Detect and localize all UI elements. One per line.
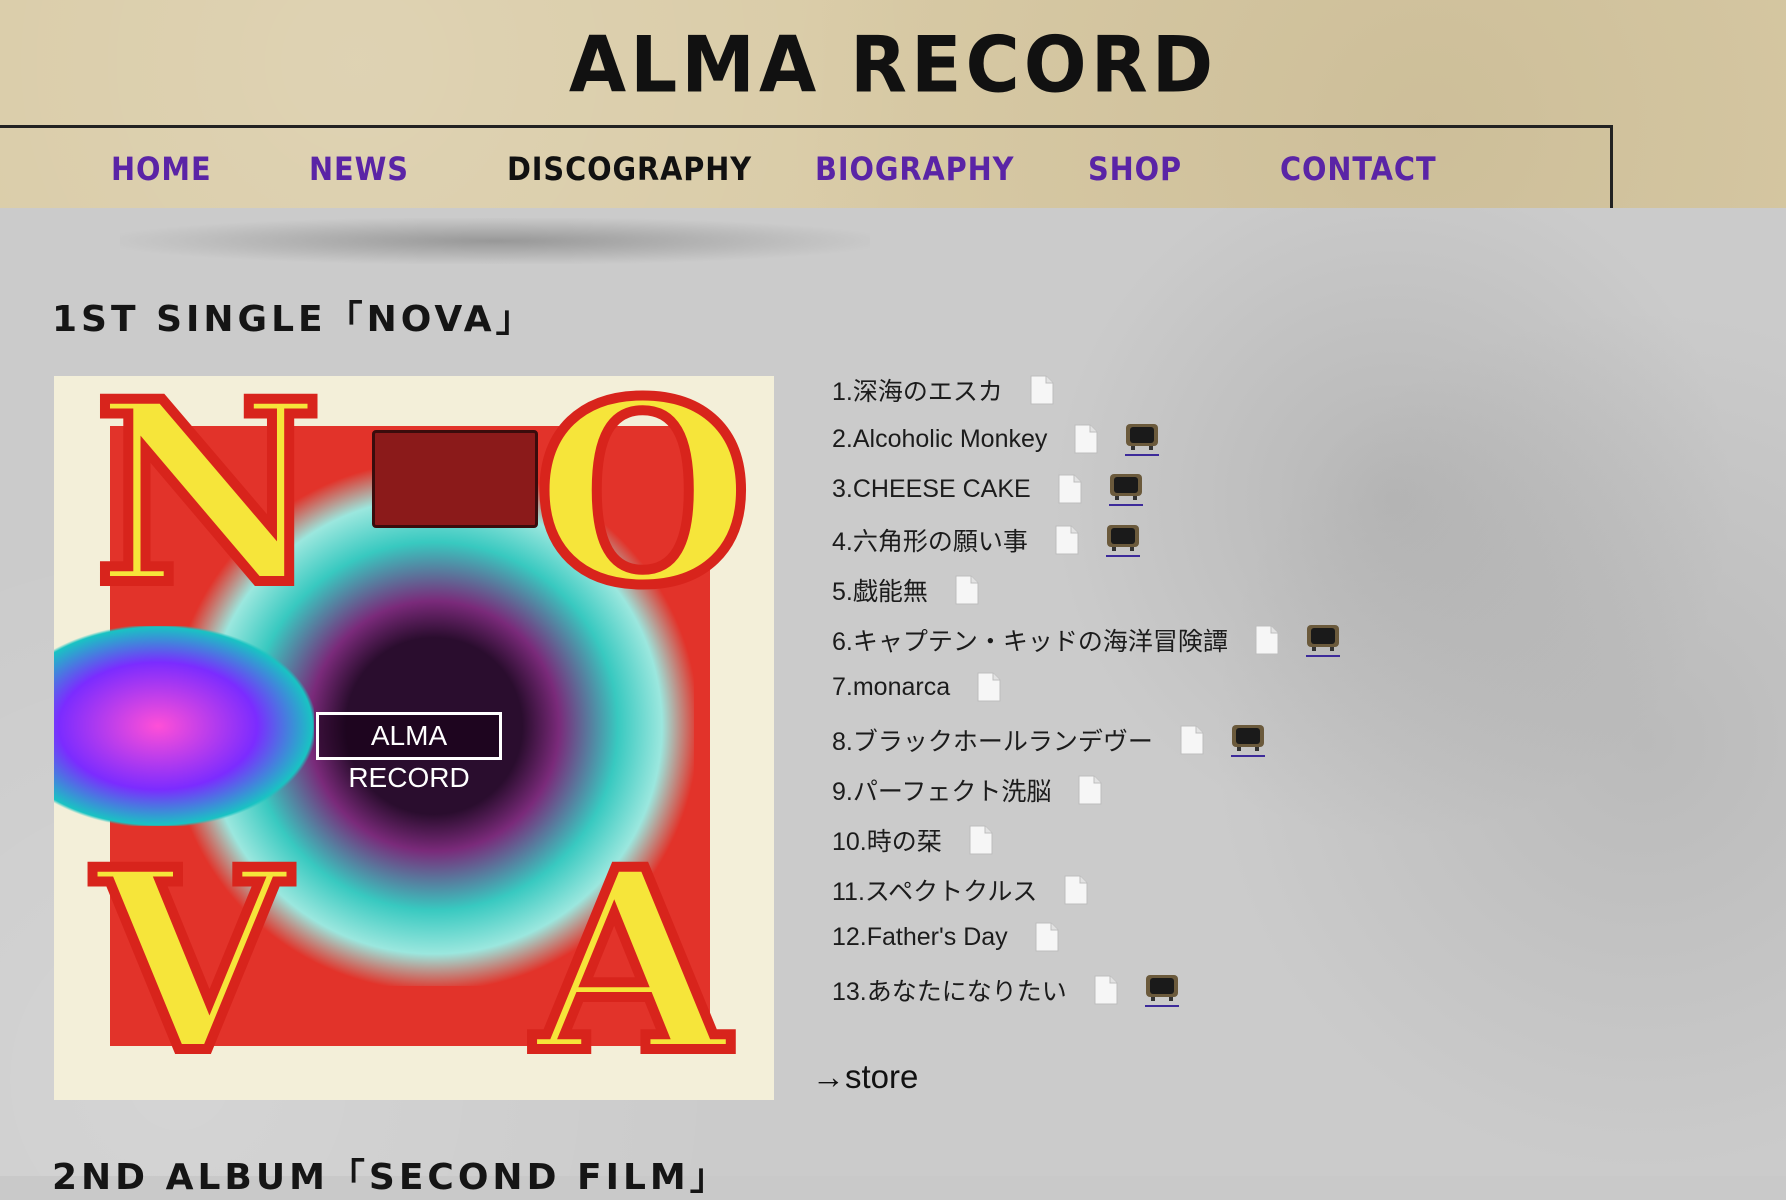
track-row: 5.戯能無 <box>832 572 980 612</box>
cover-amplifier <box>372 430 538 528</box>
track-row: 9.パーフェクト洗脳 <box>832 772 1103 812</box>
track-row: 2.Alcoholic Monkey <box>832 422 1160 462</box>
document-icon[interactable] <box>1073 424 1099 454</box>
site-header: ALMA RECORD HOME NEWS DISCOGRAPHY BIOGRA… <box>0 0 1786 211</box>
television-icon[interactable] <box>1108 472 1143 506</box>
track-row: 12.Father's Day <box>832 922 1060 962</box>
document-icon[interactable] <box>1034 922 1060 952</box>
cover-letter: N <box>89 376 327 640</box>
track-row: 3.CHEESE CAKE <box>832 472 1143 512</box>
track-title: 12.Father's Day <box>832 922 1008 951</box>
document-icon[interactable] <box>1093 975 1119 1005</box>
track-title: 6.キャプテン・キッドの海洋冒険譚 <box>832 628 1228 656</box>
document-icon[interactable] <box>1057 474 1083 504</box>
site-title[interactable]: ALMA RECORD <box>0 20 1786 110</box>
track-row: 13.あなたになりたい <box>832 972 1179 1012</box>
track-row: 6.キャプテン・キッドの海洋冒険譚 <box>832 622 1340 662</box>
television-icon[interactable] <box>1125 422 1160 456</box>
television-icon[interactable] <box>1105 523 1140 557</box>
nav-discography[interactable]: DISCOGRAPHY <box>507 150 752 188</box>
television-icon[interactable] <box>1305 623 1340 657</box>
release-title-2: 2ND ALBUM「SECOND FILM」 <box>52 1157 730 1198</box>
cover-parrot <box>54 626 314 826</box>
document-icon[interactable] <box>976 672 1002 702</box>
track-title: 9.パーフェクト洗脳 <box>832 778 1052 806</box>
television-icon[interactable] <box>1230 723 1265 757</box>
cover-letter: V <box>89 814 293 1100</box>
document-icon[interactable] <box>1077 775 1103 805</box>
nav-news[interactable]: NEWS <box>309 150 409 188</box>
track-title: 8.ブラックホールランデヴー <box>832 728 1153 756</box>
television-icon[interactable] <box>1144 973 1179 1007</box>
document-icon[interactable] <box>954 575 980 605</box>
track-title: 10.時の栞 <box>832 828 942 856</box>
track-row: 10.時の栞 <box>832 822 994 862</box>
main-nav: HOME NEWS DISCOGRAPHY BIOGRAPHY SHOP CON… <box>0 150 1786 194</box>
cover-letter: A <box>529 814 733 1100</box>
cover-badge: ALMA RECORD <box>316 712 502 793</box>
document-icon[interactable] <box>1254 625 1280 655</box>
nav-home[interactable]: HOME <box>111 150 212 188</box>
track-row: 7.monarca <box>832 672 1002 712</box>
document-icon[interactable] <box>1029 375 1055 405</box>
decorative-smear <box>120 218 870 264</box>
track-title: 1.深海のエスカ <box>832 378 1003 406</box>
track-row: 11.スペクトクルス <box>832 872 1089 912</box>
release-title: 1ST SINGLE「NOVA」 <box>52 299 536 340</box>
track-row: 1.深海のエスカ <box>832 372 1055 412</box>
track-title: 13.あなたになりたい <box>832 978 1067 1006</box>
cover-letter: O <box>529 376 757 640</box>
album-cover: N O V A ALMA RECORD <box>54 376 774 1100</box>
nav-biography[interactable]: BIOGRAPHY <box>815 150 1014 188</box>
document-icon[interactable] <box>1054 525 1080 555</box>
track-row: 4.六角形の願い事 <box>832 522 1140 562</box>
store-link[interactable]: →store <box>812 1058 918 1096</box>
track-title: 4.六角形の願い事 <box>832 528 1028 556</box>
document-icon[interactable] <box>1063 875 1089 905</box>
document-icon[interactable] <box>968 825 994 855</box>
track-title: 7.monarca <box>832 672 951 701</box>
track-title: 3.CHEESE CAKE <box>832 474 1031 503</box>
nav-contact[interactable]: CONTACT <box>1280 150 1437 188</box>
track-row: 8.ブラックホールランデヴー <box>832 722 1265 762</box>
track-title: 5.戯能無 <box>832 578 928 606</box>
nav-shop[interactable]: SHOP <box>1088 150 1182 188</box>
document-icon[interactable] <box>1179 725 1205 755</box>
discography-content: 1ST SINGLE「NOVA」 N O V A ALMA RECORD 1.深… <box>0 208 1786 1198</box>
track-title: 2.Alcoholic Monkey <box>832 424 1048 453</box>
track-title: 11.スペクトクルス <box>832 878 1038 906</box>
